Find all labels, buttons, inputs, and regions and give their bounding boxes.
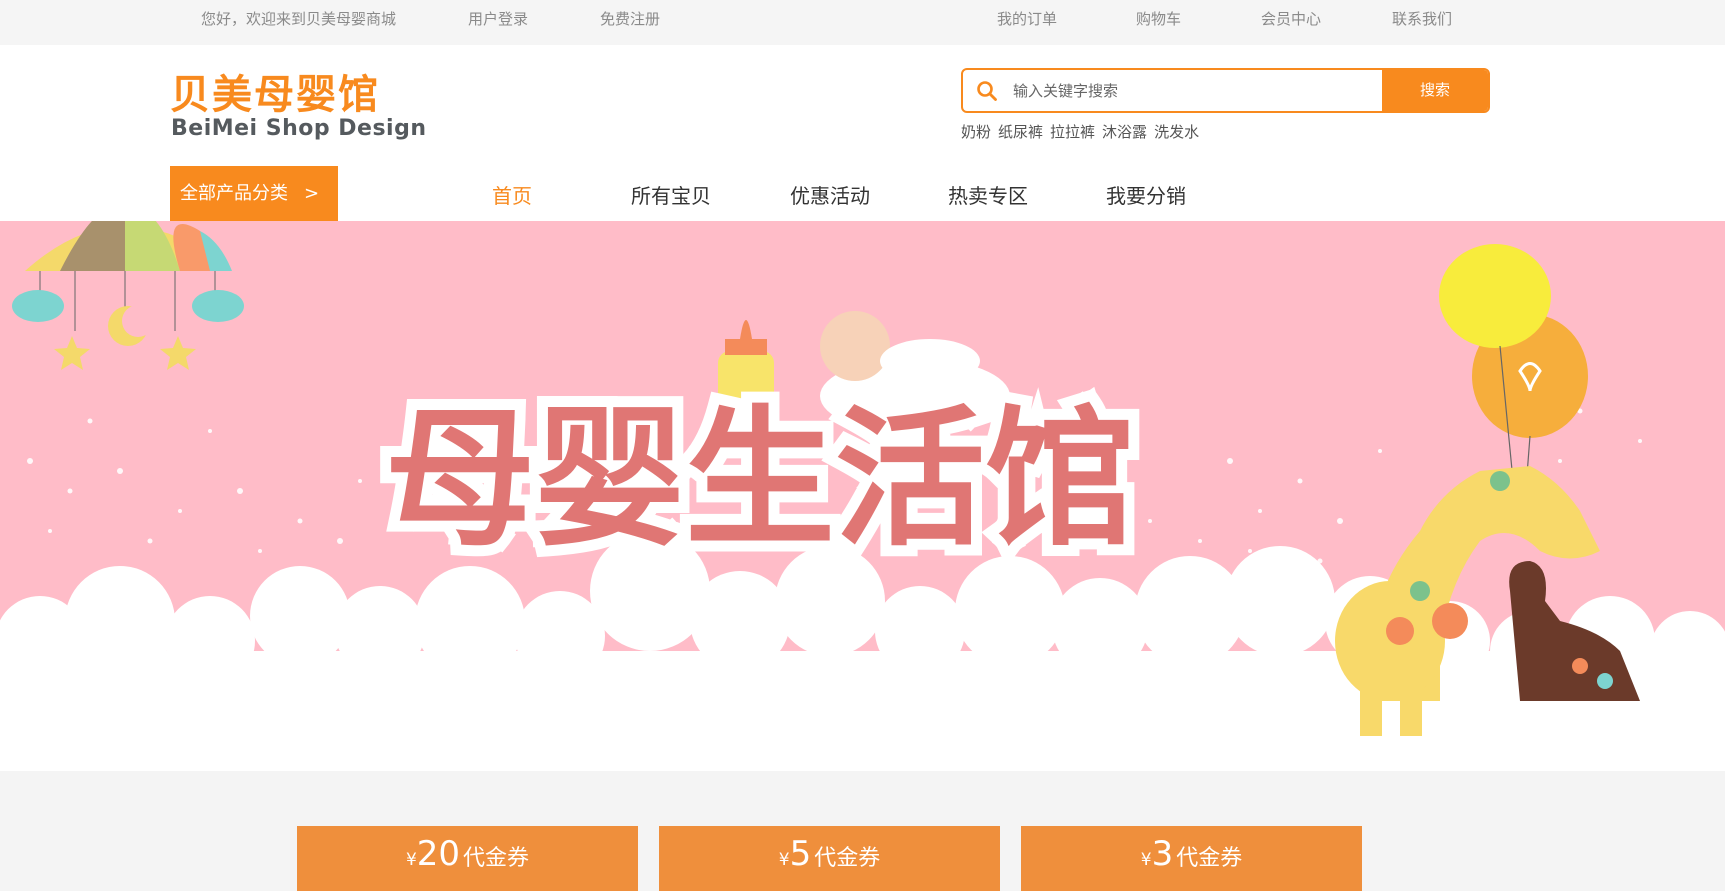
nav-hot-sales[interactable]: 热卖专区	[948, 180, 1028, 209]
hot-keywords: 奶粉 纸尿裤 拉拉裤 沐浴露 洗发水	[961, 121, 1206, 142]
contact-us-link[interactable]: 联系我们	[1392, 8, 1452, 29]
search-input[interactable]	[1013, 70, 1338, 111]
logo-subtitle: BeiMei Shop Design	[171, 116, 427, 141]
coupon-currency: ¥	[405, 850, 417, 870]
top-bar: 您好，欢迎来到贝美母婴商城 用户登录 免费注册 我的订单 购物车 会员中心 联系…	[0, 0, 1725, 45]
search-box: 搜索	[961, 68, 1490, 113]
coupon-card[interactable]: ¥5 代金券	[659, 826, 1000, 891]
hotword-link[interactable]: 沐浴露	[1102, 123, 1147, 141]
hotword-link[interactable]: 奶粉	[961, 123, 991, 141]
hotword-link[interactable]: 拉拉裤	[1050, 123, 1095, 141]
banner-title: 母婴生活馆	[385, 393, 1135, 567]
coupon-amount: 3	[1151, 834, 1174, 874]
clouds	[0, 531, 1725, 771]
nav-all-products[interactable]: 所有宝贝	[631, 180, 711, 209]
nav-promotions[interactable]: 优惠活动	[790, 180, 870, 209]
register-link[interactable]: 免费注册	[600, 8, 660, 29]
logo-title[interactable]: 贝美母婴馆	[170, 62, 380, 120]
search-button[interactable]: 搜索	[1382, 70, 1488, 111]
search-icon	[977, 81, 997, 101]
all-categories-button[interactable]: 全部产品分类 >	[170, 166, 338, 221]
coupon-currency: ¥	[1140, 850, 1152, 870]
hero-banner[interactable]: 母婴生活馆 母婴生活馆	[0, 221, 1725, 771]
banner-illustration: 母婴生活馆 母婴生活馆	[0, 221, 1725, 771]
chevron-right-icon: >	[304, 183, 320, 204]
coupon-section: ¥20 代金券 ¥5 代金券 ¥3 代金券	[0, 771, 1725, 891]
coupon-currency: ¥	[778, 850, 790, 870]
cart-link[interactable]: 购物车	[1136, 8, 1181, 29]
hotword-link[interactable]: 纸尿裤	[998, 123, 1043, 141]
all-categories-label: 全部产品分类	[180, 183, 288, 204]
coupon-amount: 20	[416, 834, 461, 874]
hotword-link[interactable]: 洗发水	[1154, 123, 1199, 141]
my-orders-link[interactable]: 我的订单	[997, 8, 1057, 29]
member-center-link[interactable]: 会员中心	[1261, 8, 1321, 29]
balloons	[1439, 244, 1588, 502]
login-link[interactable]: 用户登录	[468, 8, 528, 29]
coupon-label: 代金券	[463, 846, 530, 871]
coupon-label: 代金券	[1176, 846, 1243, 871]
coupon-card[interactable]: ¥3 代金券	[1021, 826, 1362, 891]
coupon-label: 代金券	[814, 846, 881, 871]
nav-home[interactable]: 首页	[492, 180, 532, 209]
nav-distribution[interactable]: 我要分销	[1106, 180, 1186, 209]
coupon-card[interactable]: ¥20 代金券	[297, 826, 638, 891]
coupon-amount: 5	[789, 834, 812, 874]
umbrella-mobile	[12, 221, 244, 370]
welcome-text: 您好，欢迎来到贝美母婴商城	[201, 10, 397, 28]
